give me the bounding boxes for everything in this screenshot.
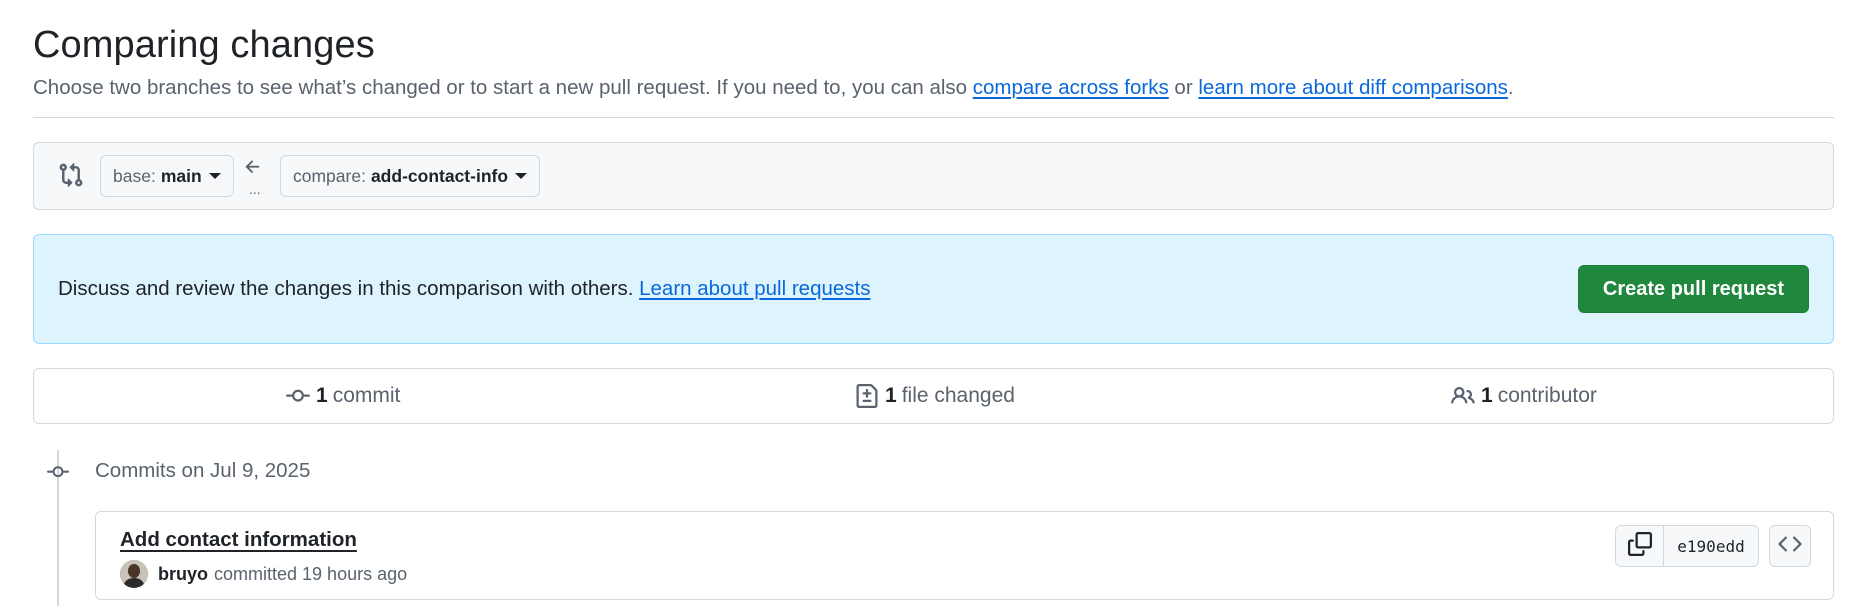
compare-branch-select[interactable]: compare: add-contact-info [280,155,541,197]
commits-date-heading: Commits on Jul 9, 2025 [95,459,311,482]
files-stat[interactable]: 1 file changed [855,369,1015,423]
flash-text: Discuss and review the changes in this c… [58,277,640,300]
commit-meta: bruyo committed 19 hours ago [120,560,407,588]
base-branch-select[interactable]: base: main [100,155,234,197]
avatar[interactable] [120,560,148,588]
page-title: Comparing changes [33,24,375,66]
contributors-stat[interactable]: 1 contributor [1451,369,1597,423]
range-editor: base: main ... compare: add-contact-info [33,142,1834,210]
commits-label: commit [332,384,401,407]
files-label: file changed [901,384,1015,407]
git-commit-icon [286,384,310,408]
commit-sha-link[interactable]: e190edd [1664,526,1758,566]
files-count: 1 [885,384,897,407]
page-subtitle: Choose two branches to see what’s change… [33,76,1514,100]
commit-sha-group: e190edd [1615,525,1759,567]
create-pull-request-button[interactable]: Create pull request [1578,265,1809,313]
git-compare-icon [58,162,84,188]
commit-title-link[interactable]: Add contact information [120,528,357,552]
compare-branch-name: add-contact-info [370,165,509,186]
copy-sha-button[interactable] [1616,526,1664,566]
diff-comparisons-link[interactable]: learn more about diff comparisons [1198,76,1508,99]
contributors-label: contributor [1497,384,1597,407]
compare-stats-bar: 1 commit 1 file changed 1 contributor [33,368,1834,424]
commit-time: committed 19 hours ago [214,563,408,584]
subtitle-text: Choose two branches to see what’s change… [33,76,973,99]
subtitle-or: or [1168,76,1199,99]
range-dots: ... [249,181,261,197]
commit-list-item: Add contact information bruyo committed … [95,511,1834,600]
commits-count: 1 [316,384,328,407]
code-icon [1778,532,1802,561]
browse-repository-button[interactable] [1769,525,1811,567]
people-icon [1451,384,1475,408]
commit-author[interactable]: bruyo [158,564,208,585]
commits-stat[interactable]: 1 commit [286,369,400,423]
contributors-count: 1 [1481,384,1493,407]
compare-forks-link[interactable]: compare across forks [973,76,1169,99]
copy-icon [1627,531,1652,561]
caret-down-icon [208,173,221,179]
learn-pull-requests-link[interactable]: Learn about pull requests [639,277,870,300]
git-commit-icon [46,461,70,483]
header-divider [33,117,1834,118]
base-branch-name: main [160,165,202,186]
file-diff-icon [855,384,879,408]
base-label: base: [113,165,156,186]
subtitle-period: . [1507,76,1514,99]
compare-label: compare: [293,165,366,186]
pull-request-flash: Discuss and review the changes in this c… [33,234,1834,344]
caret-down-icon [515,173,528,179]
flash-message: Discuss and review the changes in this c… [58,277,870,301]
